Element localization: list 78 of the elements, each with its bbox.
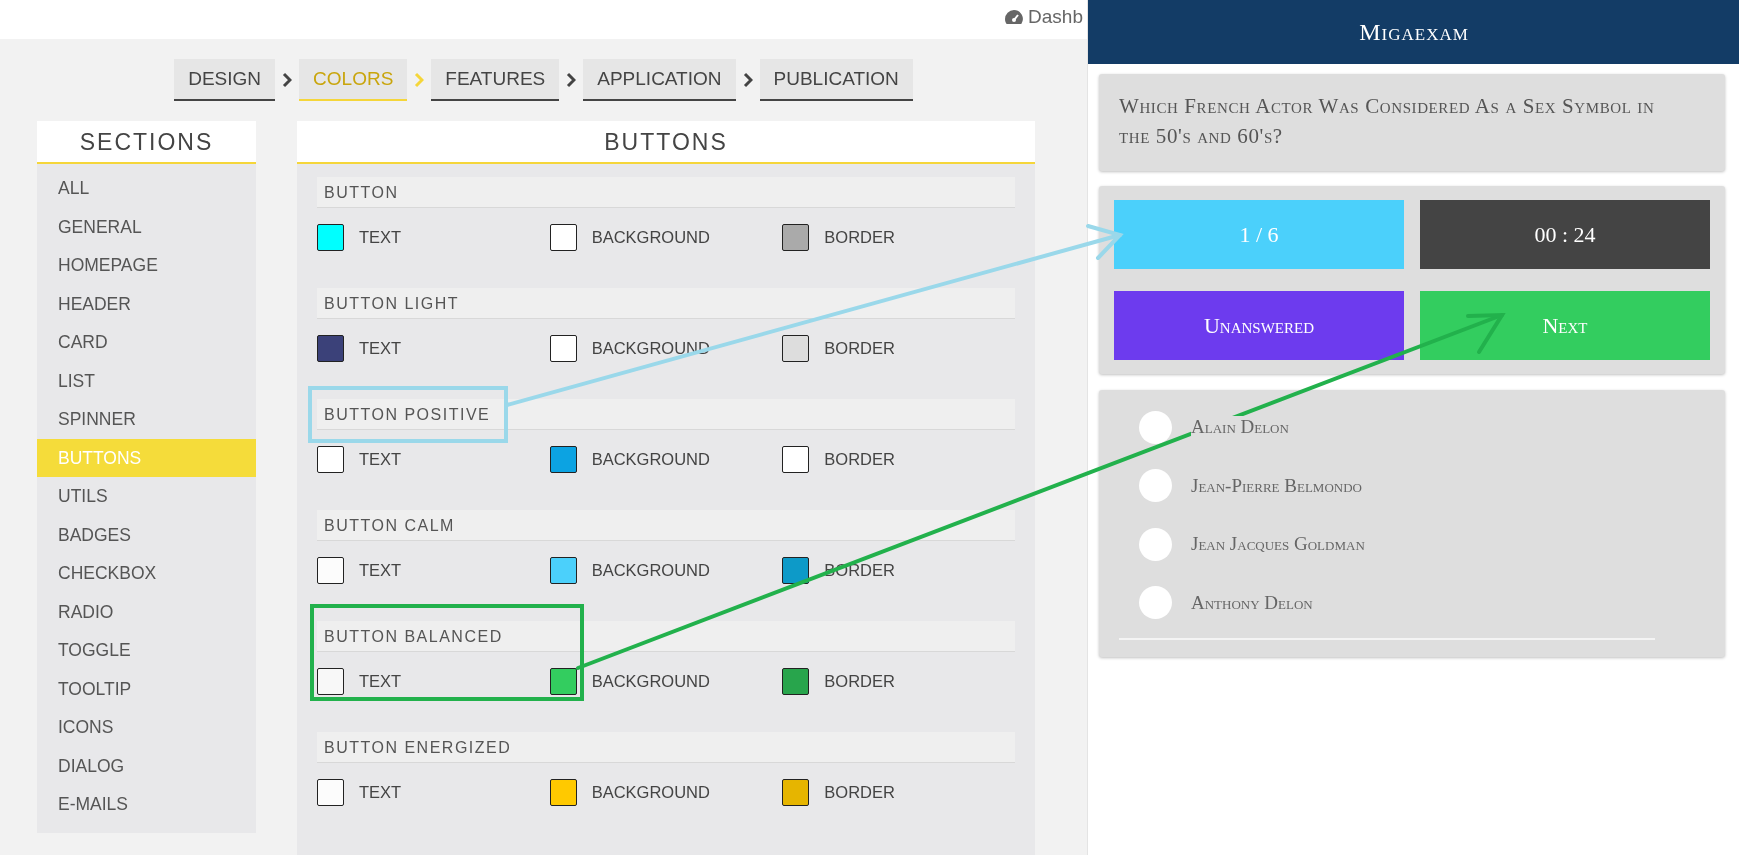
color-swatch[interactable] (782, 667, 810, 695)
question-text: Which French Actor Was Considered As a Sex Symbol in the 50's and 60's? (1119, 93, 1656, 150)
swatch-label: BACKGROUND (591, 560, 710, 580)
app-title: Migaexam (1359, 18, 1469, 46)
section-item[interactable]: BADGES (37, 515, 256, 554)
step-tab[interactable]: PUBLICATION (759, 59, 913, 101)
color-swatch[interactable] (782, 223, 810, 251)
gauge-icon (1004, 8, 1025, 25)
section-item[interactable]: GENERAL (37, 207, 256, 246)
radio-button[interactable] (1139, 586, 1172, 620)
color-swatch[interactable] (549, 556, 577, 584)
section-item[interactable]: ALL (37, 169, 256, 208)
color-swatch[interactable] (782, 778, 810, 806)
section-item[interactable]: SPINNER (37, 400, 256, 439)
color-swatch[interactable] (317, 556, 344, 584)
section-item[interactable]: ICONS (37, 708, 256, 747)
chevron-icon (566, 72, 577, 88)
section-item[interactable]: E-MAILS (37, 785, 256, 824)
radio-button[interactable] (1139, 527, 1172, 561)
section-item[interactable]: HEADER (37, 284, 256, 323)
color-swatch[interactable] (549, 334, 577, 362)
swatch-label: BORDER (824, 338, 895, 358)
swatch-label: TEXT (359, 338, 402, 358)
swatch-label: BORDER (824, 782, 895, 802)
swatch-label: BACKGROUND (591, 782, 710, 802)
group-header: BUTTON LIGHT (317, 288, 1015, 319)
chevron-icon (742, 72, 753, 88)
color-swatch[interactable] (317, 223, 344, 251)
section-item[interactable]: RADIO (37, 592, 256, 631)
group-header: BUTTON (317, 177, 1015, 208)
group-header: BUTTON CALM (317, 510, 1015, 541)
swatch-label: BORDER (824, 671, 895, 691)
group-header: BUTTON POSITIVE (317, 399, 1015, 430)
group-header: BUTTON ENERGIZED (317, 732, 1015, 763)
swatch-label: BACKGROUND (591, 338, 710, 358)
dashboard-link[interactable]: Dashb (1004, 5, 1083, 28)
step-tab[interactable]: APPLICATION (583, 59, 736, 101)
quiz-tile[interactable]: Unanswered (1114, 291, 1404, 360)
swatch-label: TEXT (359, 227, 402, 247)
section-item[interactable]: HOMEPAGE (37, 246, 256, 285)
swatch-label: TEXT (359, 449, 402, 469)
swatch-label: BORDER (824, 227, 895, 247)
color-swatch[interactable] (549, 223, 577, 251)
section-item[interactable]: TOOLTIP (37, 669, 256, 708)
panel-title: BUTTONS (297, 121, 1035, 164)
color-swatch[interactable] (317, 334, 344, 362)
section-item[interactable]: UTILS (37, 477, 256, 516)
section-item[interactable]: CHECKBOX (37, 554, 256, 593)
section-item[interactable]: CARD (37, 323, 256, 362)
color-swatch[interactable] (317, 445, 344, 473)
color-swatch[interactable] (549, 445, 577, 473)
color-swatch[interactable] (549, 667, 577, 695)
color-swatch[interactable] (782, 445, 810, 473)
color-swatch[interactable] (782, 556, 810, 584)
section-item[interactable]: LIST (37, 361, 256, 400)
step-tab[interactable]: DESIGN (174, 59, 276, 101)
swatch-label: TEXT (359, 560, 402, 580)
swatch-label: BACKGROUND (591, 227, 710, 247)
quiz-tile[interactable]: 00 : 24 (1420, 200, 1710, 269)
group-header: BUTTON BALANCED (317, 621, 1015, 652)
color-swatch[interactable] (317, 778, 344, 806)
section-item[interactable]: DIALOG (37, 746, 256, 785)
swatch-label: BORDER (824, 449, 895, 469)
swatch-label: BACKGROUND (591, 671, 710, 691)
color-swatch[interactable] (782, 334, 810, 362)
radio-button[interactable] (1139, 410, 1172, 444)
chevron-icon (414, 72, 425, 88)
swatch-label: BACKGROUND (591, 449, 710, 469)
sections-title: SECTIONS (37, 121, 256, 164)
swatch-label: TEXT (359, 671, 402, 691)
section-item[interactable]: TOGGLE (37, 631, 256, 670)
color-swatch[interactable] (317, 667, 344, 695)
chevron-icon (282, 72, 293, 88)
step-tab[interactable]: FEATURES (431, 59, 560, 101)
color-swatch[interactable] (549, 778, 577, 806)
answer-label[interactable]: Alain Delon (1191, 416, 1289, 439)
radio-button[interactable] (1139, 469, 1172, 503)
swatch-label: TEXT (359, 782, 402, 802)
